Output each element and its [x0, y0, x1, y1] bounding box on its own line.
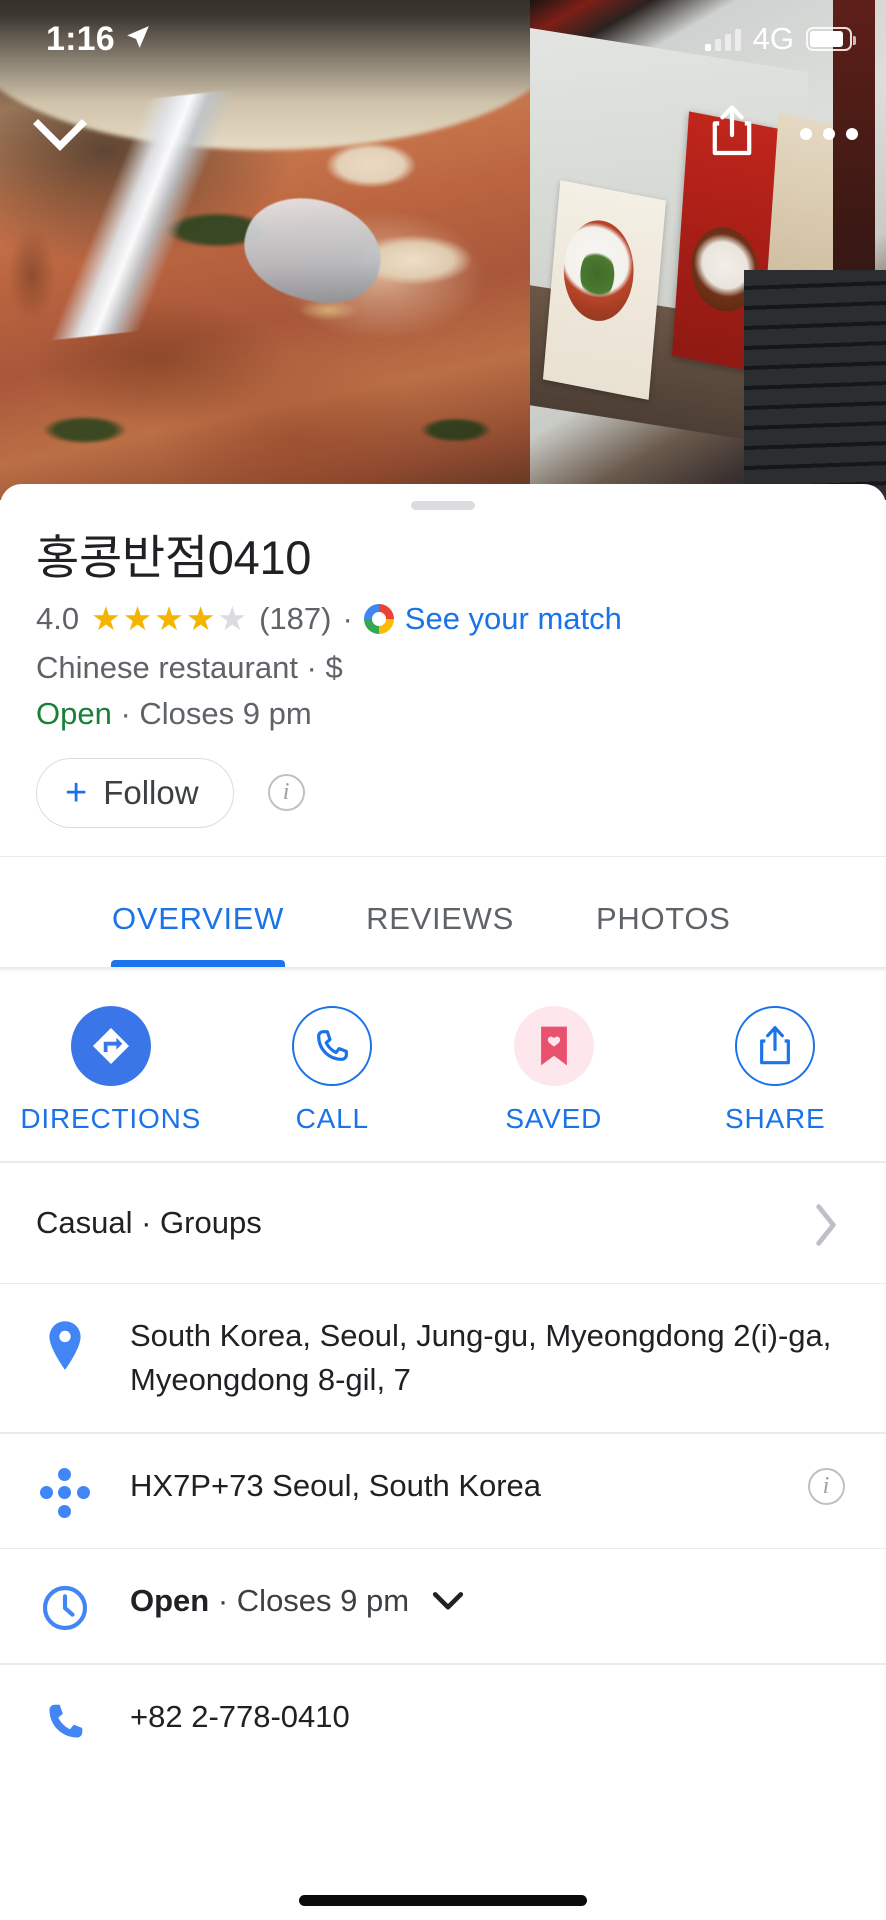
photo-spoon — [232, 182, 393, 318]
info-glyph: i — [822, 1472, 830, 1499]
phone-icon — [0, 1695, 130, 1745]
follow-button[interactable]: + Follow — [36, 757, 234, 828]
clock-icon — [0, 1579, 130, 1633]
closing-text: · Closes 9 pm — [120, 695, 312, 731]
photo-stairs — [743, 270, 886, 500]
hours-summary: Open · Closes 9 pm — [36, 696, 850, 732]
star-filled: ★ — [91, 600, 121, 638]
star-filled: ★ — [154, 600, 184, 638]
plus-code-glyph — [40, 1467, 90, 1518]
signal-bars-icon — [704, 27, 741, 51]
map-pin-icon — [0, 1314, 130, 1374]
call-label: CALL — [295, 1103, 369, 1135]
plus-code-text: HX7P+73 Seoul, South Korea — [130, 1467, 542, 1503]
bookmark-heart-icon — [513, 1006, 594, 1087]
call-button[interactable]: CALL — [222, 1006, 444, 1135]
address-row[interactable]: South Korea, Seoul, Jung-gu, Myeongdong … — [0, 1284, 886, 1432]
attributes-text: Casual · Groups — [36, 1204, 262, 1240]
sheet-drag-handle[interactable] — [411, 501, 475, 510]
plus-icon: + — [65, 771, 88, 814]
hours-detail: · Closes 9 pm — [217, 1583, 410, 1619]
directions-label: DIRECTIONS — [20, 1103, 202, 1135]
chevron-right-icon — [796, 1199, 856, 1247]
maps-place-screen: 1:16 4G 홍콩반점0410 4.0 ★ ★ ★ ★ ★ (187) · S… — [0, 0, 886, 1920]
star-filled: ★ — [122, 600, 153, 638]
status-bar: 1:16 4G — [0, 0, 886, 78]
google-circle-icon — [363, 603, 394, 634]
hours-row[interactable]: Open · Closes 9 pm — [0, 1549, 886, 1663]
follow-row: + Follow i — [36, 757, 850, 856]
rating-row: 4.0 ★ ★ ★ ★ ★ (187) · See your match — [36, 601, 850, 637]
quick-actions: DIRECTIONS CALL SAVED SHARE — [0, 972, 886, 1161]
place-header: 홍콩반점0410 4.0 ★ ★ ★ ★ ★ (187) · See your … — [0, 510, 886, 856]
share-icon[interactable] — [708, 104, 756, 163]
phone-row[interactable]: +82 2-778-0410 — [0, 1665, 886, 1775]
rating-separator: · — [342, 600, 353, 636]
saved-label: SAVED — [505, 1103, 603, 1135]
tab-photos[interactable]: PHOTOS — [596, 901, 731, 967]
chevron-down-icon — [33, 119, 87, 151]
star-empty: ★ — [217, 600, 248, 638]
plus-code-icon — [0, 1464, 130, 1518]
photo-overlay-actions — [708, 104, 858, 163]
share-icon — [735, 1006, 816, 1087]
hours-status: Open — [130, 1583, 210, 1619]
photo-poster-1 — [543, 180, 667, 400]
collapse-photo-button[interactable] — [30, 108, 90, 162]
open-status: Open — [36, 695, 112, 731]
more-options-icon[interactable] — [800, 127, 858, 140]
star-rating: ★ ★ ★ ★ ★ — [91, 602, 247, 635]
place-detail-sheet: 홍콩반점0410 4.0 ★ ★ ★ ★ ★ (187) · See your … — [0, 484, 886, 1920]
info-icon[interactable]: i — [267, 774, 305, 812]
follow-button-label: Follow — [103, 773, 199, 811]
review-count: (187) — [259, 600, 332, 636]
phone-text: +82 2-778-0410 — [130, 1698, 350, 1734]
category-line: Chinese restaurant · $ — [36, 649, 343, 685]
address-text: South Korea, Seoul, Jung-gu, Myeongdong … — [130, 1318, 832, 1398]
hours-text: Open · Closes 9 pm — [130, 1579, 856, 1623]
status-right-group: 4G — [704, 21, 856, 57]
page-title: 홍콩반점0410 — [36, 531, 312, 584]
share-label: SHARE — [725, 1103, 826, 1135]
share-button[interactable]: SHARE — [665, 1006, 886, 1135]
chevron-down-icon[interactable] — [432, 1587, 464, 1617]
rating-value: 4.0 — [36, 600, 80, 636]
plus-code-info-button[interactable]: i — [796, 1464, 856, 1505]
see-your-match-link[interactable]: See your match — [405, 601, 622, 637]
info-icon: i — [807, 1467, 845, 1505]
network-type: 4G — [752, 21, 794, 56]
tab-reviews[interactable]: REVIEWS — [366, 901, 514, 967]
home-indicator — [299, 1895, 587, 1906]
location-arrow-icon — [125, 20, 151, 59]
attributes-row[interactable]: Casual · Groups — [0, 1163, 886, 1283]
status-time: 1:16 — [46, 19, 115, 58]
battery-icon — [806, 27, 856, 51]
phone-icon — [292, 1006, 373, 1087]
directions-icon — [70, 1006, 151, 1087]
plus-code-row[interactable]: HX7P+73 Seoul, South Korea i — [0, 1434, 886, 1548]
star-filled: ★ — [185, 600, 216, 638]
status-time-group: 1:16 — [46, 20, 151, 59]
info-glyph: i — [282, 779, 290, 806]
tab-bar: OVERVIEW REVIEWS PHOTOS — [0, 857, 886, 968]
tab-overview[interactable]: OVERVIEW — [110, 901, 286, 968]
saved-button[interactable]: SAVED — [443, 1006, 665, 1135]
directions-button[interactable]: DIRECTIONS — [0, 1006, 222, 1135]
